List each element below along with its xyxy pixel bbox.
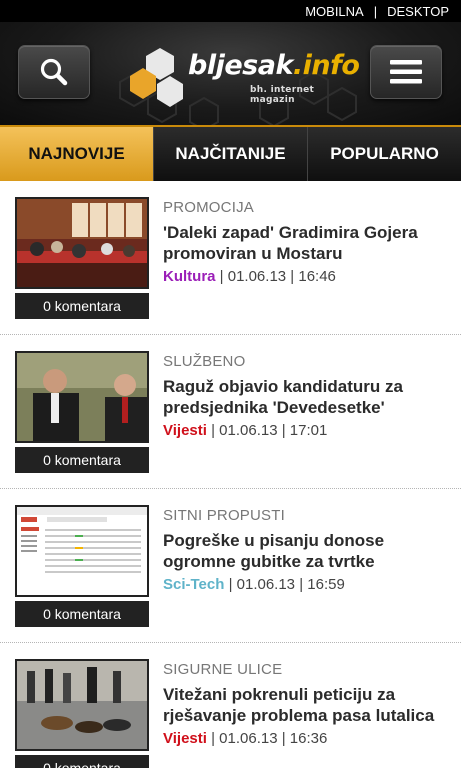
article-item[interactable]: 0 komentara SITNI PROPUSTI Pogreške u pi… — [0, 489, 461, 643]
site-header: bljesak.info bh. internet magazin — [0, 22, 461, 125]
article-list: 0 komentara PROMOCIJA 'Daleki zapad' Gra… — [0, 181, 461, 768]
comments-count-button[interactable]: 0 komentara — [15, 755, 149, 768]
article-meta: Vijesti | 01.06.13 | 17:01 — [163, 422, 328, 439]
article-thumbnail[interactable] — [15, 351, 149, 443]
article-category-link[interactable]: Kultura — [163, 268, 216, 285]
politicians-photo-image — [17, 353, 147, 441]
article-time: 16:36 — [289, 730, 328, 747]
article-date: 01.06.13 — [227, 268, 287, 285]
article-title[interactable]: Raguž objavio kandidaturu za predsjednik… — [163, 376, 453, 418]
article-time: 16:59 — [307, 576, 345, 593]
version-separator: | — [373, 3, 378, 19]
article-kicker: SIGURNE ULICE — [163, 661, 283, 678]
top-bar: MOBILNA | DESKTOP — [0, 0, 461, 22]
article-kicker: PROMOCIJA — [163, 199, 254, 216]
article-meta: Sci-Tech | 01.06.13 | 16:59 — [163, 576, 345, 593]
tab-najnovije[interactable]: NAJNOVIJE — [0, 127, 154, 181]
email-screenshot-image — [17, 507, 147, 595]
tab-bar: NAJNOVIJE NAJČITANIJE POPULARNO — [0, 125, 461, 181]
article-date: 01.06.13 — [219, 422, 278, 439]
article-item[interactable]: 0 komentara SLUŽBENO Raguž objavio kandi… — [0, 335, 461, 489]
article-category-link[interactable]: Vijesti — [163, 730, 207, 747]
restaurant-photo-image — [17, 199, 147, 287]
article-text: SIGURNE ULICE Vitežani pokrenuli peticij… — [163, 661, 453, 747]
article-text: SITNI PROPUSTI Pogreške u pisanju donose… — [163, 507, 453, 593]
article-category-link[interactable]: Sci-Tech — [163, 576, 224, 593]
article-time: 16:46 — [298, 268, 336, 285]
logo-wordmark: bljesak.info — [188, 50, 360, 81]
article-category-link[interactable]: Vijesti — [163, 422, 207, 439]
tab-najcitanije[interactable]: NAJČITANIJE — [154, 127, 308, 181]
search-button[interactable] — [18, 45, 90, 99]
article-title[interactable]: Vitežani pokrenuli peticiju za rješavanj… — [163, 684, 453, 726]
comments-count-button[interactable]: 0 komentara — [15, 447, 149, 473]
tab-popularno[interactable]: POPULARNO — [308, 127, 461, 181]
article-title[interactable]: Pogreške u pisanju donose ogromne gubitk… — [163, 530, 453, 572]
search-icon — [40, 58, 68, 86]
mobile-version-link[interactable]: MOBILNA — [305, 4, 364, 19]
article-item[interactable]: 0 komentara PROMOCIJA 'Daleki zapad' Gra… — [0, 181, 461, 335]
article-kicker: SITNI PROPUSTI — [163, 507, 285, 524]
article-meta: Kultura | 01.06.13 | 16:46 — [163, 268, 336, 285]
street-dogs-photo-image — [17, 661, 147, 749]
comments-count-button[interactable]: 0 komentara — [15, 601, 149, 627]
menu-button[interactable] — [370, 45, 442, 99]
desktop-version-link[interactable]: DESKTOP — [387, 4, 449, 19]
article-text: SLUŽBENO Raguž objavio kandidaturu za pr… — [163, 353, 453, 439]
article-title[interactable]: 'Daleki zapad' Gradimira Gojera promovir… — [163, 222, 453, 264]
article-kicker: SLUŽBENO — [163, 353, 246, 370]
article-date: 01.06.13 — [219, 730, 278, 747]
comments-count-button[interactable]: 0 komentara — [15, 293, 149, 319]
hamburger-menu-icon — [390, 60, 422, 84]
article-text: PROMOCIJA 'Daleki zapad' Gradimira Gojer… — [163, 199, 453, 285]
article-item[interactable]: 0 komentara SIGURNE ULICE Vitežani pokre… — [0, 643, 461, 768]
article-thumbnail[interactable] — [15, 197, 149, 289]
article-time: 17:01 — [289, 422, 328, 439]
logo-subtitle: bh. internet magazin — [250, 85, 315, 105]
article-thumbnail[interactable] — [15, 505, 149, 597]
logo-hexagons-icon — [130, 48, 183, 107]
article-meta: Vijesti | 01.06.13 | 16:36 — [163, 730, 328, 747]
site-logo[interactable]: bljesak.info bh. internet magazin — [130, 40, 360, 110]
article-thumbnail[interactable] — [15, 659, 149, 751]
article-date: 01.06.13 — [236, 576, 296, 593]
